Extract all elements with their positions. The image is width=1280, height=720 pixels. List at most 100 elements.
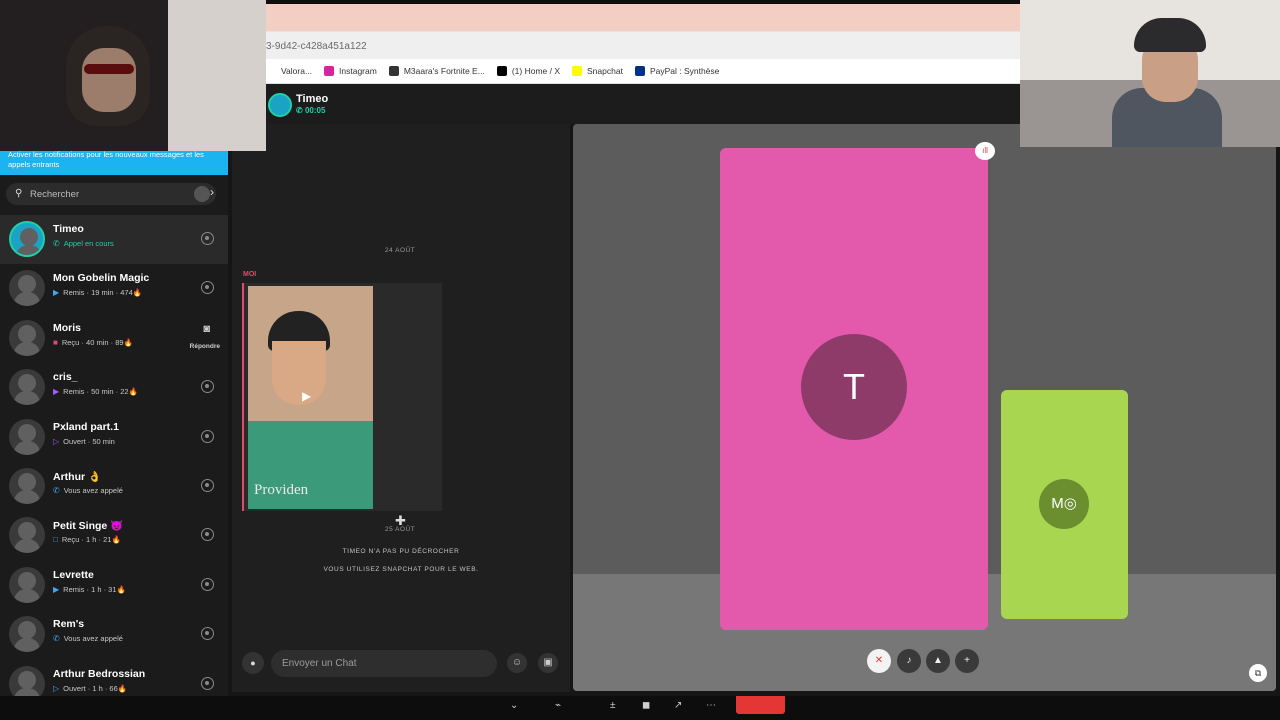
bookmarks-bar: Valora... Instagram M3aara's Fortnite E...… xyxy=(266,59,1020,84)
call-contact-name: Timeo xyxy=(296,93,329,105)
notification-text: Activer les notifications pour les nouve… xyxy=(8,150,204,169)
conversation-item[interactable]: Moris ■ Reçu · 40 min · 89🔥 ◙ Répondre xyxy=(0,314,228,363)
participant-tile-self[interactable]: M◎ xyxy=(1001,390,1128,619)
view-story-icon[interactable] xyxy=(201,676,214,690)
avatar[interactable] xyxy=(9,369,45,406)
camera-toggle-button[interactable]: ✕ xyxy=(867,649,891,673)
emoji-button[interactable]: ☺ xyxy=(507,653,527,673)
conversation-item[interactable]: Petit Singe 😈 □ Reçu · 1 h · 21🔥 xyxy=(0,511,228,560)
search-placeholder: Rechercher xyxy=(30,189,80,200)
conversation-name: Rem's xyxy=(53,618,85,631)
avatar-head xyxy=(18,670,36,689)
search-icon: ⚲ xyxy=(15,188,23,199)
view-story-icon[interactable] xyxy=(201,232,214,245)
popout-button[interactable]: ⧉ xyxy=(1249,664,1267,682)
view-story-icon[interactable] xyxy=(201,281,214,295)
avatar[interactable] xyxy=(9,221,45,257)
avatar[interactable] xyxy=(9,517,45,554)
taskbar-icon[interactable]: ⌁ xyxy=(555,700,561,711)
avatar-head xyxy=(18,571,36,590)
avatar[interactable] xyxy=(9,468,45,504)
avatar-body xyxy=(14,341,40,356)
conversation-status: ✆ Appel en cours xyxy=(53,239,114,248)
taskbar-icon[interactable]: ◼ xyxy=(642,700,650,711)
view-story-icon[interactable] xyxy=(201,380,214,394)
avatar-body xyxy=(14,292,40,307)
opened-arrow-icon: ▷ xyxy=(53,436,60,446)
browser-tab-strip[interactable] xyxy=(266,4,1020,31)
conversation-name: Levrette xyxy=(53,568,94,581)
sent-arrow-icon: ▶ xyxy=(53,288,60,298)
phone-icon: ✆ xyxy=(53,239,60,248)
bookmark-item[interactable]: Instagram xyxy=(324,66,377,76)
view-story-icon[interactable] xyxy=(201,528,214,542)
conversation-item[interactable]: Timeo ✆ Appel en cours xyxy=(0,215,228,264)
sticker-icon: ▣ xyxy=(543,657,553,668)
bookmark-label: PayPal : Synthèse xyxy=(649,66,720,76)
webcam-person-glasses xyxy=(84,64,134,74)
conversation-item[interactable]: Mon Gobelin Magic ▶ Remis · 19 min · 474🔥 xyxy=(0,264,228,313)
snap-video-thumbnail[interactable]: Providen ▶ xyxy=(248,286,373,509)
avatar[interactable] xyxy=(9,319,45,356)
bookmark-label: (1) Home / X xyxy=(511,66,561,76)
view-story-icon[interactable] xyxy=(201,577,214,591)
conversation-item[interactable]: Arthur 👌 ✆ Vous avez appelé xyxy=(0,462,228,511)
received-square-icon: ■ xyxy=(53,337,58,347)
webcam-person-face xyxy=(82,48,136,112)
conversation-name: Arthur Bedrossian xyxy=(53,667,146,680)
share-screen-button[interactable]: ▲ xyxy=(926,649,950,673)
conversation-status: ▶ Remis · 19 min · 474🔥 xyxy=(53,288,142,297)
conversation-status: ▶ Remis · 50 min · 22🔥 xyxy=(53,387,138,396)
fortnite-icon xyxy=(388,66,399,76)
add-participant-button[interactable]: + xyxy=(955,649,979,673)
view-story-icon[interactable] xyxy=(201,479,214,492)
bookmark-item[interactable]: Valora... xyxy=(266,66,312,76)
bookmark-item[interactable]: (1) Home / X xyxy=(496,66,561,76)
participant-tile-timeo[interactable]: T xyxy=(720,148,988,630)
taskbar-icon[interactable]: ⋯ xyxy=(706,700,716,711)
sender-label: MOI xyxy=(243,271,257,278)
bookmark-item[interactable]: M3aara's Fortnite E... xyxy=(388,66,485,76)
avatar-body xyxy=(14,539,40,554)
reply-label[interactable]: Répondre xyxy=(190,343,220,350)
view-story-icon[interactable] xyxy=(201,429,214,443)
conversation-item[interactable]: Rem's ✆ Vous avez appelé xyxy=(0,610,228,659)
search-bar[interactable]: ⚲ Rechercher xyxy=(6,183,216,205)
conversation-status: ▷ Ouvert · 1 h · 66🔥 xyxy=(53,684,127,693)
bookmark-label: Instagram xyxy=(339,66,377,76)
microphone-button[interactable]: ♪ xyxy=(897,649,921,673)
conversation-item[interactable]: Pxland part.1 ▷ Ouvert · 50 min xyxy=(0,413,228,462)
bookmark-item[interactable]: PayPal : Synthèse xyxy=(634,66,720,76)
conversation-status-text: Ouvert · 1 h · 66🔥 xyxy=(63,683,128,693)
conversation-item[interactable]: cris_ ▶ Remis · 50 min · 22🔥 xyxy=(0,363,228,412)
taskbar-end-call-button[interactable] xyxy=(736,696,785,714)
avatar[interactable] xyxy=(9,616,45,653)
my-avatar[interactable] xyxy=(194,185,214,202)
conversation-status-text: Remis · 1 h · 31🔥 xyxy=(63,584,126,594)
play-icon[interactable]: ▶ xyxy=(302,389,311,403)
call-duration: ✆ 00:05 xyxy=(296,106,325,115)
address-bar[interactable]: 3-9d42-c428a451a122 xyxy=(266,31,1020,59)
camera-icon[interactable]: ◙ xyxy=(203,323,210,335)
bookmark-item[interactable]: Snapchat xyxy=(572,66,623,76)
view-story-icon[interactable] xyxy=(201,627,214,641)
conversation-status-text: Reçu · 40 min · 89🔥 xyxy=(61,337,133,347)
taskbar-icon[interactable]: ↗ xyxy=(674,700,682,711)
conversation-item[interactable]: Levrette ▶ Remis · 1 h · 31🔥 xyxy=(0,561,228,610)
composer-camera-button[interactable]: ● xyxy=(242,652,264,674)
taskbar-icon[interactable]: ± xyxy=(610,700,616,711)
chat-input[interactable]: Envoyer un Chat xyxy=(271,650,497,677)
sent-arrow-icon: ▶ xyxy=(53,584,60,594)
webcam-person-beanie xyxy=(1134,18,1206,52)
system-message-missed-call: TIMEO N'A PAS PU DÉCROCHER xyxy=(342,548,460,555)
avatar[interactable] xyxy=(9,566,45,603)
avatar[interactable] xyxy=(9,270,45,307)
taskbar-icon[interactable]: ⌄ xyxy=(510,700,518,711)
avatar[interactable] xyxy=(9,418,45,455)
chat-square-icon: □ xyxy=(53,535,58,545)
conversation-status: ▶ Remis · 1 h · 31🔥 xyxy=(53,585,126,594)
conversation-status: ✆ Vous avez appelé xyxy=(53,486,123,495)
sticker-button[interactable]: ▣ xyxy=(538,653,558,673)
participant-initial-letter: M xyxy=(1051,495,1064,512)
call-avatar[interactable] xyxy=(268,93,292,117)
